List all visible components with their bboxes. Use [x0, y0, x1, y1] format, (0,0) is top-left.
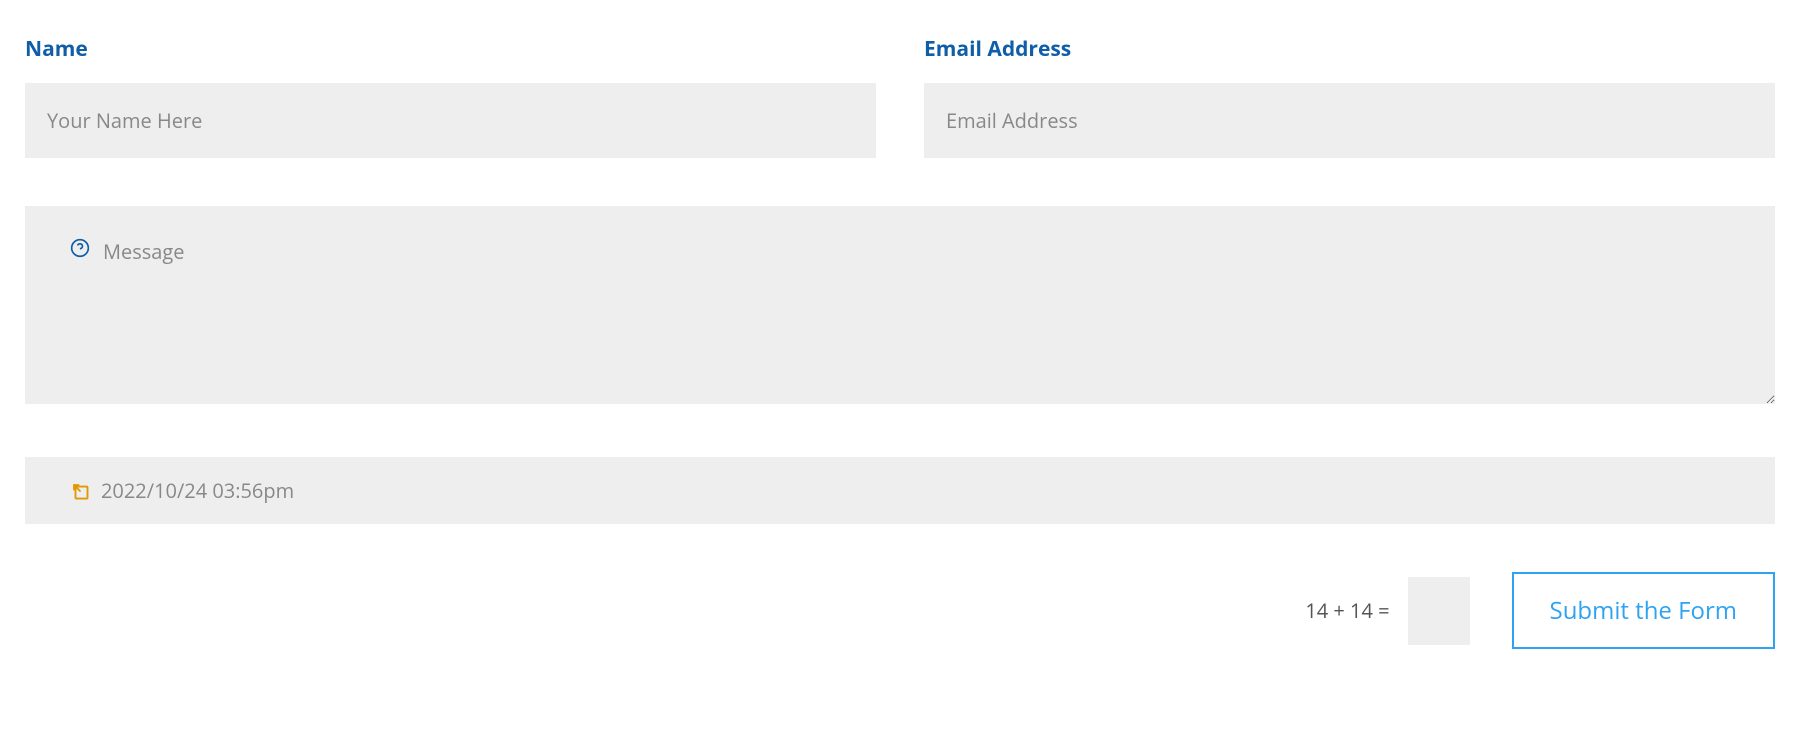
submit-button[interactable]: Submit the Form — [1512, 572, 1775, 649]
email-label: Email Address — [924, 35, 1775, 63]
message-wrapper — [25, 206, 1775, 409]
submit-row: 14 + 14 = Submit the Form — [25, 572, 1775, 649]
name-input[interactable] — [25, 83, 876, 158]
datetime-field[interactable]: 2022/10/24 03:56pm — [25, 457, 1775, 524]
datetime-value: 2022/10/24 03:56pm — [101, 477, 294, 504]
message-textarea[interactable] — [25, 206, 1775, 404]
email-input[interactable] — [924, 83, 1775, 158]
form-top-row: Name Email Address — [25, 35, 1775, 158]
calendar-arrow-icon — [71, 482, 89, 500]
name-label: Name — [25, 35, 876, 63]
name-column: Name — [25, 35, 876, 158]
captcha-input[interactable] — [1408, 577, 1470, 645]
captcha-question: 14 + 14 = — [1305, 597, 1389, 624]
email-column: Email Address — [924, 35, 1775, 158]
